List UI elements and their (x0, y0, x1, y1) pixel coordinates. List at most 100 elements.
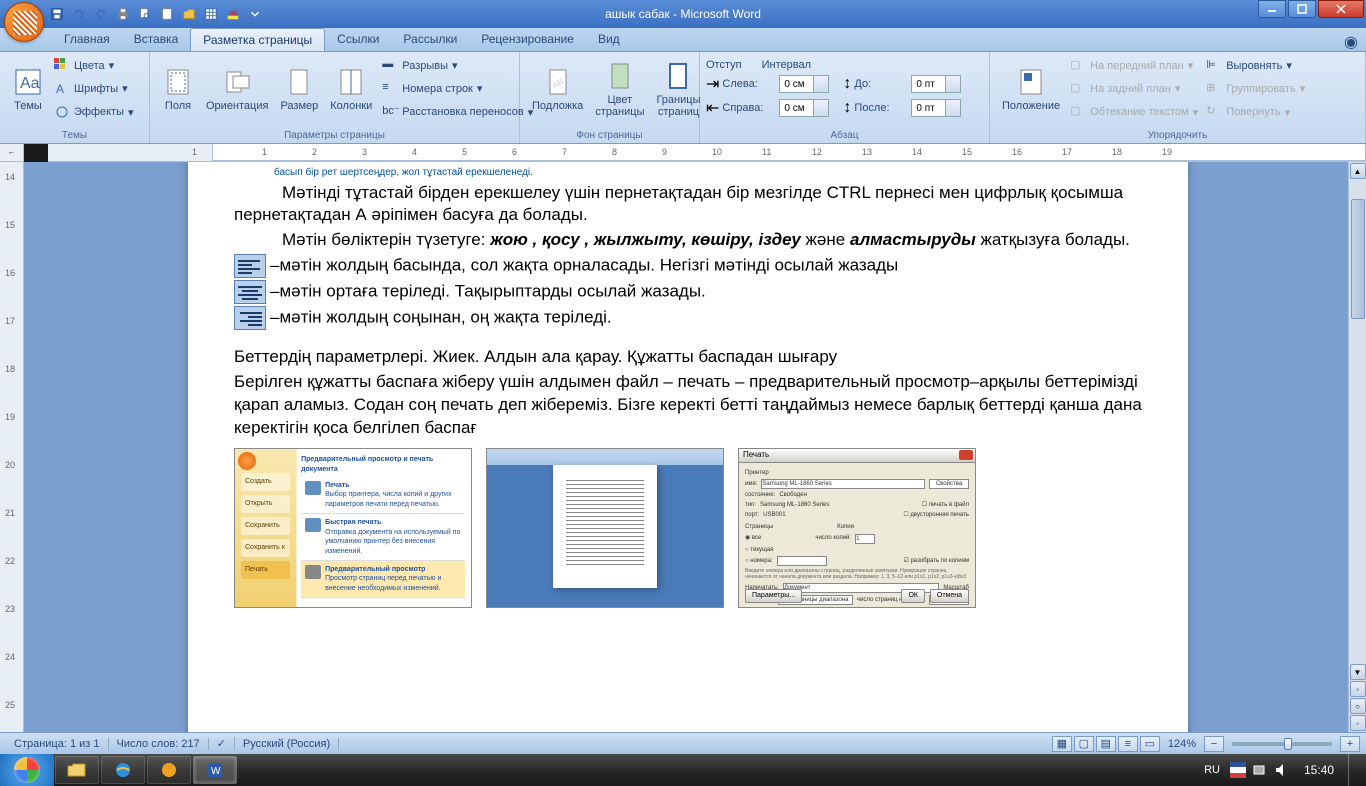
send-back-button[interactable]: ▢На задний план ▾ (1066, 79, 1202, 99)
tray-network-icon[interactable] (1252, 762, 1268, 778)
columns-button[interactable]: Колонки (324, 54, 378, 124)
taskbar-word[interactable]: W (193, 756, 237, 784)
table-icon[interactable] (202, 5, 220, 23)
group-button[interactable]: ⊞Группировать ▾ (1202, 79, 1309, 99)
text-wrap-button[interactable]: ▢Обтекание текстом ▾ (1066, 102, 1202, 122)
orientation-button[interactable]: Ориентация (200, 54, 274, 124)
doc-align-left: –мәтін жолдың басында, сол жақта орналас… (234, 254, 1142, 278)
watermark-button[interactable]: ABПодложка (526, 54, 589, 124)
borders-icon (662, 60, 694, 92)
page-borders-button[interactable]: Границы страниц (650, 54, 706, 124)
position-icon (1015, 66, 1047, 98)
minimize-button[interactable] (1258, 0, 1286, 18)
new-icon[interactable] (158, 5, 176, 23)
zoom-level[interactable]: 124% (1162, 738, 1202, 750)
ruler-corner[interactable]: ⌐ (0, 144, 24, 162)
save-icon[interactable] (48, 5, 66, 23)
scroll-down-button[interactable]: ▼ (1350, 664, 1366, 680)
bring-front-button[interactable]: ▢На передний план ▾ (1066, 56, 1202, 76)
themes-button[interactable]: Aa Темы (6, 54, 50, 124)
tab-view[interactable]: Вид (586, 28, 632, 51)
themes-icon: Aa (12, 66, 44, 98)
tab-page-layout[interactable]: Разметка страницы (190, 28, 325, 51)
vertical-ruler[interactable]: 141516171819202122232425 (0, 162, 24, 732)
scroll-up-button[interactable]: ▲ (1350, 163, 1366, 179)
hyphenation-button[interactable]: bc⁻Расстановка переносов ▾ (378, 102, 537, 122)
zoom-out-button[interactable]: − (1204, 736, 1224, 752)
zoom-slider[interactable] (1232, 742, 1332, 746)
spacing-before-icon: ↕ (843, 75, 851, 93)
vertical-scrollbar[interactable]: ▲ ▼ ◦ ○ ◦ (1348, 162, 1366, 732)
page-color-button[interactable]: Цвет страницы (589, 54, 650, 124)
help-icon[interactable]: ◉ (1336, 28, 1366, 51)
document-page[interactable]: басып бір рет шертсеңдер, жол тұтастай е… (188, 162, 1188, 732)
taskbar: W RU 15:40 (0, 754, 1366, 786)
tray-volume-icon[interactable] (1274, 762, 1290, 778)
tab-review[interactable]: Рецензирование (469, 28, 586, 51)
taskbar-app[interactable] (147, 756, 191, 784)
margins-button[interactable]: Поля (156, 54, 200, 124)
rotate-button[interactable]: ↻Повернуть ▾ (1202, 102, 1309, 122)
view-draft[interactable]: ▭ (1140, 736, 1160, 752)
document-area: 141516171819202122232425 басып бір рет ш… (0, 162, 1366, 732)
hyphenation-icon: bc⁻ (382, 104, 398, 120)
office-button[interactable] (4, 2, 44, 42)
view-print-layout[interactable]: ▦ (1052, 736, 1072, 752)
browse-object-button[interactable]: ○ (1350, 698, 1366, 714)
maximize-button[interactable] (1288, 0, 1316, 18)
spacing-after-input[interactable]: 0 пт (911, 99, 961, 117)
theme-colors[interactable]: Цвета ▾ (50, 56, 138, 76)
taskbar-explorer[interactable] (55, 756, 99, 784)
colors-icon (54, 58, 70, 74)
size-button[interactable]: Размер (274, 54, 324, 124)
language-indicator[interactable]: RU (1200, 762, 1224, 778)
indent-left-icon: ⇥ (706, 74, 719, 94)
view-full-screen[interactable]: ▢ (1074, 736, 1094, 752)
status-language[interactable]: Русский (Россия) (235, 738, 339, 750)
highlight-icon[interactable]: ab (224, 5, 242, 23)
watermark-icon: AB (542, 66, 574, 98)
prev-page-button[interactable]: ◦ (1350, 681, 1366, 697)
status-page[interactable]: Страница: 1 из 1 (6, 738, 109, 750)
theme-effects[interactable]: Эффекты ▾ (50, 102, 138, 122)
status-proofing-icon[interactable]: ✓ (209, 737, 235, 750)
redo-icon[interactable] (92, 5, 110, 23)
line-numbers-button[interactable]: ≡Номера строк ▾ (378, 79, 537, 99)
tab-insert[interactable]: Вставка (122, 28, 191, 51)
next-page-button[interactable]: ◦ (1350, 715, 1366, 731)
status-bar: Страница: 1 из 1 Число слов: 217 ✓ Русск… (0, 732, 1366, 754)
view-outline[interactable]: ≡ (1118, 736, 1138, 752)
open-icon[interactable] (180, 5, 198, 23)
spacing-before-input[interactable]: 0 пт (911, 75, 961, 93)
orientation-icon (221, 66, 253, 98)
group-icon: ⊞ (1206, 81, 1222, 97)
taskbar-clock[interactable]: 15:40 (1296, 763, 1342, 777)
show-desktop-button[interactable] (1348, 754, 1358, 786)
qat-more-icon[interactable] (246, 5, 264, 23)
indent-left-input[interactable]: 0 см (779, 75, 829, 93)
close-button[interactable] (1318, 0, 1364, 18)
svg-text:ab: ab (230, 10, 238, 17)
breaks-button[interactable]: ▬Разрывы ▾ (378, 56, 537, 76)
tab-mailings[interactable]: Рассылки (391, 28, 469, 51)
scroll-thumb[interactable] (1351, 199, 1365, 319)
align-left-icon (234, 254, 266, 278)
tab-home[interactable]: Главная (52, 28, 122, 51)
tab-references[interactable]: Ссылки (325, 28, 391, 51)
tray-flag-icon[interactable] (1230, 762, 1246, 778)
preview-icon[interactable] (136, 5, 154, 23)
position-button[interactable]: Положение (996, 54, 1066, 124)
print-icon[interactable] (114, 5, 132, 23)
horizontal-ruler[interactable]: 112345678910111213141516171819 (48, 144, 1366, 162)
start-button[interactable] (0, 754, 54, 786)
align-button[interactable]: ⊫Выровнять ▾ (1202, 56, 1309, 76)
undo-icon[interactable] (70, 5, 88, 23)
taskbar-ie[interactable] (101, 756, 145, 784)
indent-right-input[interactable]: 0 см (779, 99, 829, 117)
view-web[interactable]: ▤ (1096, 736, 1116, 752)
zoom-slider-thumb[interactable] (1284, 738, 1292, 750)
theme-fonts[interactable]: AШрифты ▾ (50, 79, 138, 99)
zoom-in-button[interactable]: + (1340, 736, 1360, 752)
status-words[interactable]: Число слов: 217 (109, 738, 209, 750)
window-title: ашык сабак - Microsoft Word (605, 7, 761, 21)
